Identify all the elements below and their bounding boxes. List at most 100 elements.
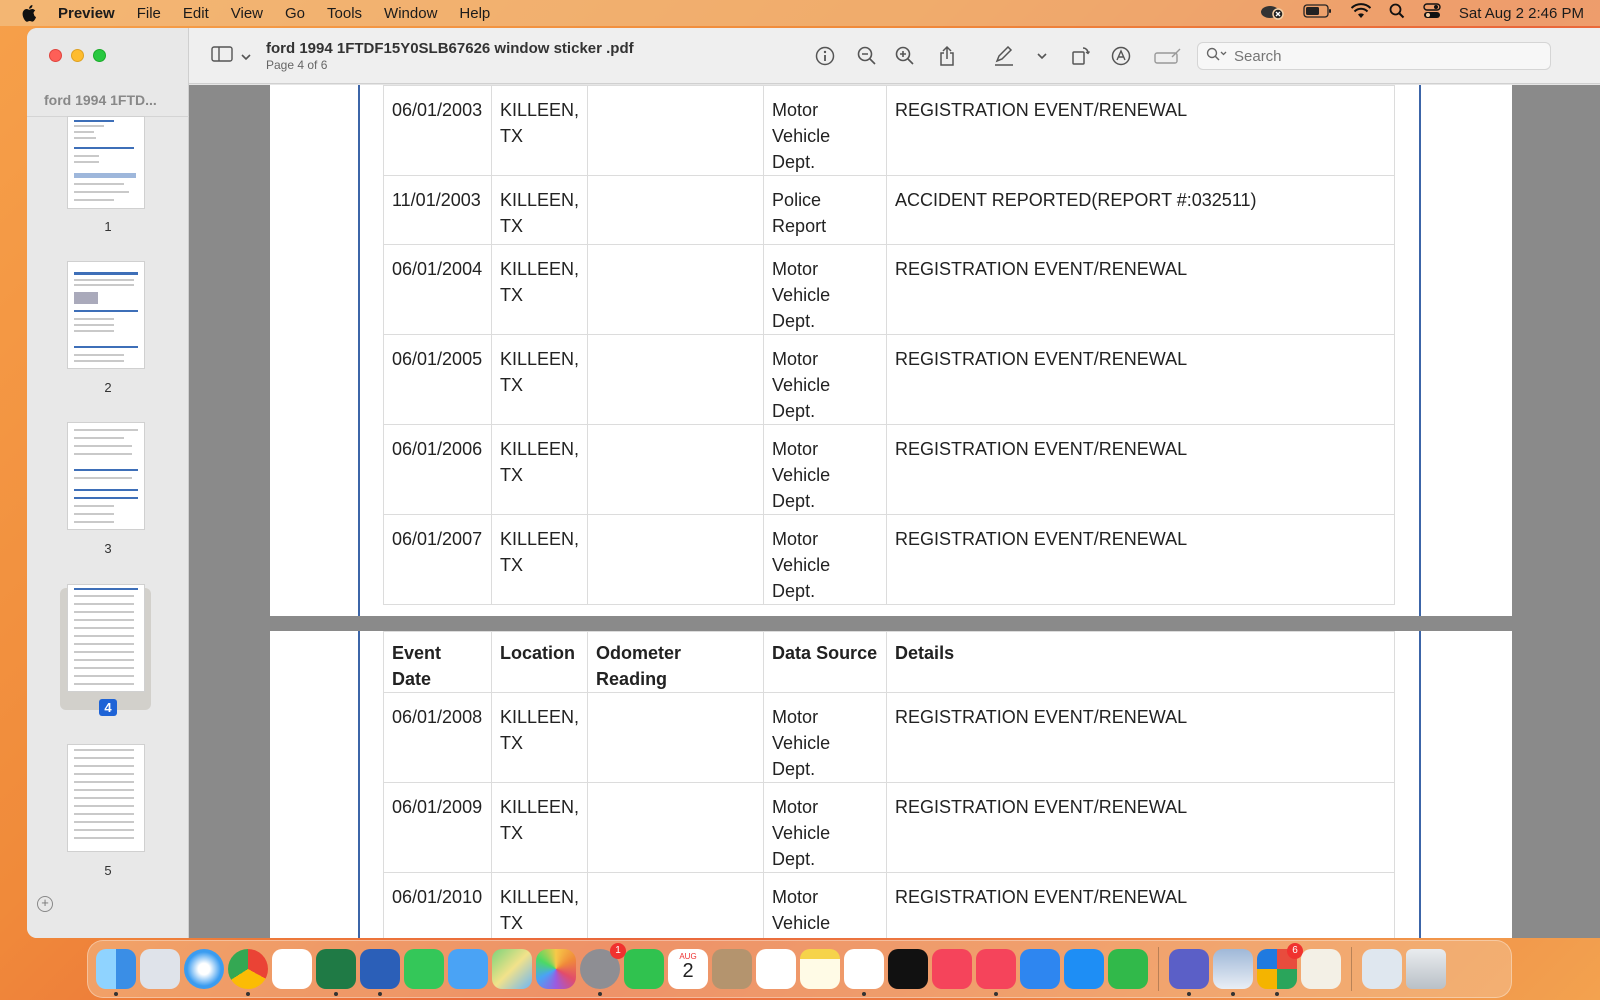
- thumbnail-label-1[interactable]: 1: [27, 219, 189, 234]
- form-fill-icon[interactable]: [1153, 44, 1183, 68]
- annotate-icon[interactable]: [1109, 44, 1133, 68]
- thumbnail-label-5[interactable]: 5: [27, 863, 189, 878]
- page-border-right: [1419, 631, 1421, 938]
- data-source-cell: Police Report: [763, 175, 888, 245]
- dock-music-icon[interactable]: [932, 949, 972, 989]
- dock-textedit-icon[interactable]: [1301, 949, 1341, 989]
- location-cell: KILLEEN, TX: [490, 85, 589, 176]
- location-cell: KILLEEN, TX: [490, 692, 589, 783]
- event-date-cell: 06/01/2004: [383, 244, 492, 335]
- page-thumbnail-4[interactable]: [67, 584, 145, 692]
- page-thumbnail-2[interactable]: [67, 261, 145, 369]
- menu-file[interactable]: File: [137, 5, 161, 22]
- table-row: 06/01/2007 KILLEEN, TX Motor Vehicle Dep…: [383, 514, 1396, 605]
- spotlight-search-icon[interactable]: [1389, 3, 1405, 23]
- zoom-in-icon[interactable]: [893, 44, 917, 68]
- dock-safari-icon[interactable]: [184, 949, 224, 989]
- control-center-icon[interactable]: [1423, 3, 1441, 23]
- dock-tv-icon[interactable]: [888, 949, 928, 989]
- search-icon: [1206, 47, 1228, 66]
- data-source-cell: Motor Vehicle Dept.: [763, 424, 888, 515]
- menu-help[interactable]: Help: [459, 5, 490, 22]
- table-row: 06/01/2005 KILLEEN, TX Motor Vehicle Dep…: [383, 334, 1396, 425]
- dock-word-icon[interactable]: [360, 949, 400, 996]
- odometer-cell: [587, 424, 765, 515]
- wifi-icon[interactable]: [1350, 3, 1372, 23]
- dock-mail-icon[interactable]: [448, 949, 488, 989]
- rotate-icon[interactable]: [1069, 44, 1093, 68]
- zoom-button[interactable]: [93, 49, 106, 62]
- page-thumbnail-3[interactable]: [67, 422, 145, 530]
- dock-separator: [1351, 947, 1352, 991]
- dock-messages-icon[interactable]: [404, 949, 444, 989]
- thumbnail-label-3[interactable]: 3: [27, 541, 189, 556]
- header-event-date: Event Date: [383, 631, 492, 693]
- dock-teams-icon[interactable]: [1169, 949, 1209, 996]
- dock: 1 AUG 2 6: [87, 940, 1512, 998]
- dock-app-store-icon[interactable]: [1064, 949, 1104, 989]
- thumbnail-label-2[interactable]: 2: [27, 380, 189, 395]
- menu-tools[interactable]: Tools: [327, 5, 362, 22]
- menu-app-name[interactable]: Preview: [58, 5, 115, 22]
- data-source-cell: Motor Vehicle Dept.: [763, 85, 888, 176]
- location-cell: KILLEEN, TX: [490, 244, 589, 335]
- add-page-button[interactable]: +: [37, 896, 53, 912]
- page-thumbnail-5[interactable]: [67, 744, 145, 852]
- apple-icon[interactable]: [22, 4, 38, 22]
- dock-photos-icon[interactable]: [536, 949, 576, 989]
- details-cell: REGISTRATION EVENT/RENEWAL: [886, 692, 1396, 783]
- dock-trash-icon[interactable]: [1406, 949, 1446, 989]
- calendar-day: 2: [682, 960, 694, 982]
- dock-finder-icon[interactable]: [96, 949, 136, 996]
- dock-freeform-icon[interactable]: [844, 949, 884, 996]
- event-date-cell: 06/01/2003: [383, 85, 492, 176]
- table-row: 06/01/2006 KILLEEN, TX Motor Vehicle Dep…: [383, 424, 1396, 515]
- data-source-cell: Motor Vehicle Dept.: [763, 782, 888, 873]
- dock-settings-icon[interactable]: 1: [580, 943, 626, 996]
- info-icon[interactable]: [813, 44, 837, 68]
- page-thumbnail-1[interactable]: [67, 116, 145, 209]
- search-field[interactable]: [1197, 42, 1551, 70]
- zoom-out-icon[interactable]: [855, 44, 879, 68]
- dock-onedrive-icon[interactable]: [272, 949, 312, 989]
- dock-microsoft-365-icon[interactable]: 6: [1257, 943, 1303, 996]
- history-table-bottom: Event Date Location Odometer Reading Dat…: [383, 631, 1396, 938]
- dock-excel-icon[interactable]: [316, 949, 356, 996]
- dock-chrome-icon[interactable]: [228, 949, 268, 996]
- thumbnail-label-4[interactable]: 4: [27, 699, 189, 716]
- document-view[interactable]: 06/01/2003 KILLEEN, TX Motor Vehicle Dep…: [189, 85, 1600, 938]
- dock-keynote-icon[interactable]: [1020, 949, 1060, 989]
- dock-maps-icon[interactable]: [492, 949, 532, 989]
- header-details: Details: [886, 631, 1396, 693]
- pdf-page-5: Event Date Location Odometer Reading Dat…: [270, 631, 1512, 938]
- location-cell: KILLEEN, TX: [490, 514, 589, 605]
- data-source-cell: Motor Vehicle Dept.: [763, 334, 888, 425]
- markup-pen-icon[interactable]: [992, 44, 1016, 68]
- odometer-cell: [587, 692, 765, 783]
- menu-window[interactable]: Window: [384, 5, 437, 22]
- dock-notes-icon[interactable]: [800, 949, 840, 989]
- minimize-button[interactable]: [71, 49, 84, 62]
- creative-cloud-icon[interactable]: [1259, 2, 1285, 24]
- share-icon[interactable]: [935, 44, 959, 68]
- window-controls: [49, 49, 106, 62]
- menu-go[interactable]: Go: [285, 5, 305, 22]
- close-button[interactable]: [49, 49, 62, 62]
- page-indicator: Page 4 of 6: [266, 58, 328, 72]
- menu-edit[interactable]: Edit: [183, 5, 209, 22]
- dock-downloads-stack-icon[interactable]: [1362, 949, 1402, 989]
- dock-calendar-icon[interactable]: AUG 2: [668, 949, 708, 989]
- menu-view[interactable]: View: [231, 5, 263, 22]
- dock-numbers-icon[interactable]: [1108, 949, 1148, 989]
- search-input[interactable]: [1234, 47, 1534, 65]
- battery-icon[interactable]: [1303, 4, 1333, 22]
- dock-reminders-icon[interactable]: [756, 949, 796, 989]
- dock-launchpad-icon[interactable]: [140, 949, 180, 989]
- markup-options-chevron-icon[interactable]: [1030, 44, 1054, 68]
- menu-clock[interactable]: Sat Aug 2 2:46 PM: [1459, 5, 1584, 22]
- sidebar-toggle-button[interactable]: [211, 46, 251, 67]
- dock-contacts-icon[interactable]: [712, 949, 752, 989]
- dock-news-icon[interactable]: [976, 949, 1016, 996]
- dock-facetime-icon[interactable]: [624, 949, 664, 989]
- dock-preview-icon[interactable]: [1213, 949, 1253, 996]
